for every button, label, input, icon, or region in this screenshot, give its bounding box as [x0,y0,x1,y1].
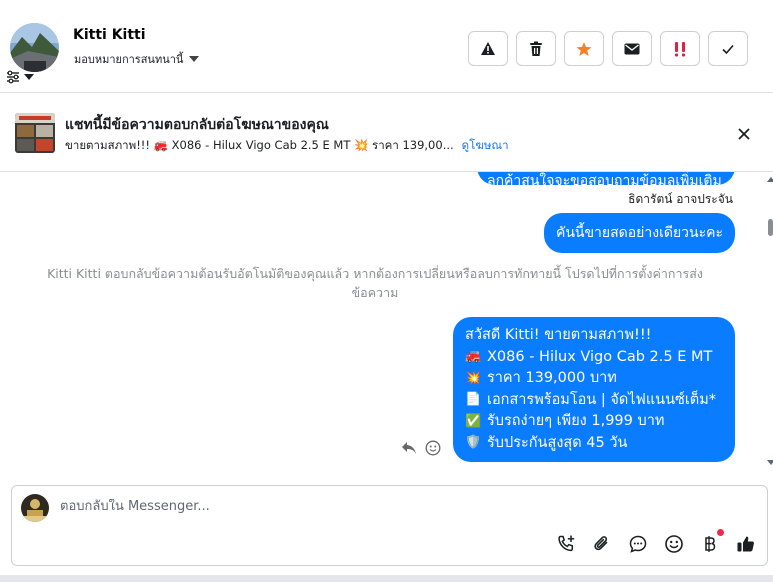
chevron-down-icon [189,56,200,62]
message-thread[interactable]: ลูกค้าสนใจจะขอสอบถามข้อมูลเพิ่มเติม ธิดา… [0,172,773,478]
saved-replies-button[interactable] [627,533,649,555]
envelope-icon [624,43,640,54]
like-button[interactable] [735,533,757,555]
check-mark-icon: ✅ [465,413,482,429]
collision-icon: 💥 [465,370,482,386]
call-button[interactable] [555,533,577,555]
greeting-message-bubble[interactable]: สวัสดี Kitti! ขายตามสภาพ!!! 🚒 X086 - Hil… [453,317,735,462]
mark-unread-button[interactable] [612,31,652,66]
contact-avatar[interactable] [10,23,59,72]
delete-button[interactable] [516,31,556,66]
bubble-line: ✅ รับรถง่ายๆ เพียง 1,999 บาท [465,411,723,433]
assign-label: มอบหมายการสนทนานี้ [74,53,184,66]
conversation-header: Kitti Kitti มอบหมายการสนทนานี้ [0,0,773,93]
react-emoji-icon[interactable] [425,440,441,456]
ad-text: ขายตามสภาพ!!! 🚒 X086 - Hilux Vigo Cab 2.… [65,138,454,152]
ad-thumbnail[interactable] [15,113,55,153]
bubble-line: 💥 ราคา 139,000 บาท [465,368,723,390]
bubble-line-text: เอกสารพร้อมโอน | จัดไฟแนนซ์เต็ม* [487,391,717,408]
sender-name: ธิดารัตน์ อาจประจัน [628,192,733,206]
payment-button[interactable] [699,529,724,555]
sliders-icon [7,70,19,84]
notification-dot [717,529,724,536]
report-spam-button[interactable] [468,31,508,66]
follow-up-button[interactable] [660,31,700,66]
paperclip-icon [594,536,608,551]
contact-name[interactable]: Kitti Kitti [73,27,146,43]
thread-scrollbar[interactable] [765,172,773,478]
conversation-actions [468,31,748,66]
reply-input[interactable] [60,499,740,514]
bubble-line: 🛡️ รับประกันสูงสุด 45 วัน [465,433,723,455]
message-bubble-outgoing[interactable]: ลูกค้าสนใจจะขอสอบถามข้อมูลเพิ่มเติม [477,172,735,185]
filter-dropdown[interactable] [6,70,34,84]
bubble-line: 🚒 X086 - Hilux Vigo Cab 2.5 E MT [465,347,723,369]
mark-done-button[interactable] [708,31,748,66]
assign-conversation-dropdown[interactable]: มอบหมายการสนทนานี้ [74,50,200,68]
phone-add-icon [558,535,575,552]
check-icon [722,44,734,54]
bubble-line-text: รับประกันสูงสุด 45 วัน [487,434,628,451]
attach-button[interactable] [591,533,613,555]
reply-composer [11,485,768,566]
close-icon [738,128,750,140]
reply-icon[interactable] [401,441,417,455]
double-exclamation-icon [675,41,685,56]
thumbs-up-icon [737,536,754,552]
composer-tools [555,529,757,555]
trash-icon [530,41,542,56]
star-icon [576,41,592,56]
bubble-line-text: X086 - Hilux Vigo Cab 2.5 E MT [487,348,713,365]
greeting-line: สวัสดี Kitti! ขายตามสภาพ!!! [465,325,723,347]
banner-title: แชทนี้มีข้อความตอบกลับต่อโฆษณาของคุณ [65,117,329,133]
view-ad-link[interactable]: ดูโฆษณา [462,137,509,155]
scroll-thumb[interactable] [768,219,773,236]
bubble-line-text: รับรถง่ายๆ เพียง 1,999 บาท [487,413,665,429]
message-text: ลูกค้าสนใจจะขอสอบถามข้อมูลเพิ่มเติม [487,173,722,185]
chevron-down-icon [24,74,34,80]
page-avatar [21,494,49,522]
system-note: Kitti Kitti ตอบกลับข้อความต้อนรับอัตโนมั… [47,266,703,300]
message-hover-tools [401,440,441,456]
chat-bubble-icon [629,535,647,553]
bubble-line: 📄 เอกสารพร้อมโอน | จัดไฟแนนซ์เต็ม* [465,390,723,412]
ad-reply-banner: แชทนี้มีข้อความตอบกลับต่อโฆษณาของคุณ ขาย… [0,94,773,172]
message-bubble-outgoing[interactable]: คันนี้ขายสดอย่างเดียวนะคะ [543,213,735,253]
baht-icon [705,536,716,552]
bottom-divider [0,575,773,582]
greeting-text: สวัสดี Kitti! ขายตามสภาพ!!! [465,327,652,343]
scroll-up-arrow[interactable] [767,177,773,182]
shield-icon: 🛡️ [465,435,482,451]
document-icon: 📄 [465,392,482,408]
emoji-icon [665,535,683,553]
ad-summary: ขายตามสภาพ!!! 🚒 X086 - Hilux Vigo Cab 2.… [65,137,509,155]
warning-icon [481,42,495,55]
conversation-panel: Kitti Kitti มอบหมายการสนทนานี้ แชทนี้มีข… [0,0,773,582]
emoji-button[interactable] [663,533,685,555]
star-button[interactable] [564,31,604,66]
close-banner-button[interactable] [735,125,753,143]
fire-truck-icon: 🚒 [465,349,482,365]
bubble-line-text: ราคา 139,000 บาท [487,370,617,386]
scroll-down-arrow[interactable] [767,460,773,465]
